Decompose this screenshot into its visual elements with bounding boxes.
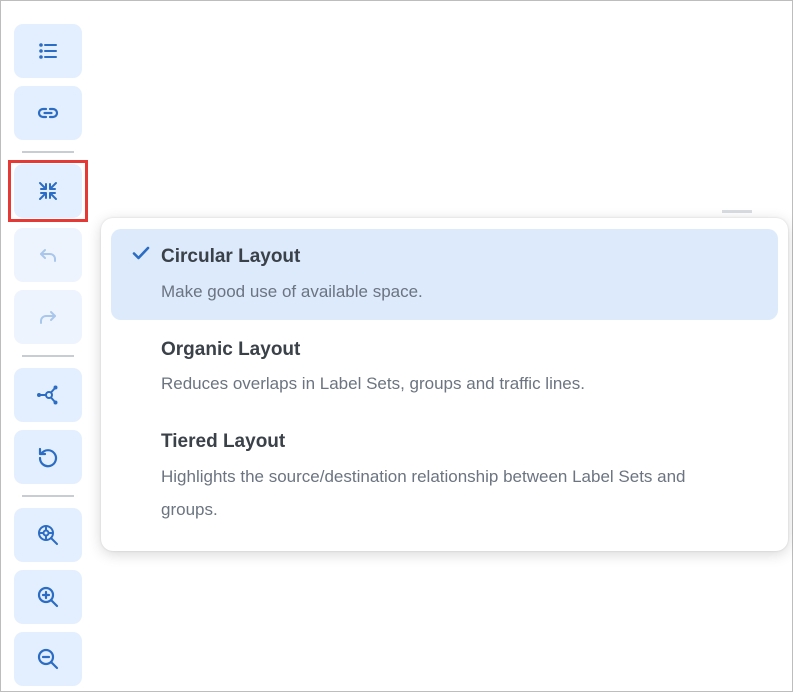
option-title: Tiered Layout bbox=[161, 431, 286, 452]
option-description: Reduces overlaps in Label Sets, groups a… bbox=[161, 374, 585, 393]
option-title: Circular Layout bbox=[161, 246, 301, 267]
link-icon bbox=[37, 107, 59, 119]
menu-option-circular-layout[interactable]: Circular Layout Make good use of availab… bbox=[111, 229, 778, 320]
toolbar-divider bbox=[22, 151, 74, 153]
toolbar-divider bbox=[22, 495, 74, 497]
reset-icon bbox=[38, 447, 58, 468]
list-view-button[interactable] bbox=[14, 24, 82, 78]
graph-layout-icon bbox=[37, 385, 58, 405]
collapse-arrows-icon bbox=[39, 182, 57, 200]
checkmark-icon bbox=[132, 246, 150, 260]
redo-icon bbox=[40, 311, 56, 324]
option-description: Highlights the source/destination relati… bbox=[161, 467, 686, 519]
option-title: Organic Layout bbox=[161, 339, 301, 360]
canvas-hint bbox=[722, 210, 752, 213]
undo-button[interactable] bbox=[14, 228, 82, 282]
reset-button[interactable] bbox=[14, 430, 82, 484]
zoom-in-icon bbox=[37, 586, 59, 608]
redo-button[interactable] bbox=[14, 290, 82, 344]
menu-option-tiered-layout[interactable]: Tiered Layout Highlights the source/dest… bbox=[111, 414, 778, 540]
list-icon bbox=[39, 43, 57, 59]
link-button[interactable] bbox=[14, 86, 82, 140]
toolbar-divider bbox=[22, 355, 74, 357]
zoom-out-icon bbox=[37, 648, 59, 670]
graph-layout-button[interactable] bbox=[14, 368, 82, 422]
layout-button[interactable] bbox=[14, 164, 82, 218]
zoom-in-button[interactable] bbox=[14, 570, 82, 624]
option-description: Make good use of available space. bbox=[161, 282, 423, 301]
zoom-out-button[interactable] bbox=[14, 632, 82, 686]
graph-toolbar bbox=[0, 0, 100, 692]
zoom-fit-icon bbox=[38, 525, 58, 545]
undo-icon bbox=[40, 249, 56, 262]
menu-option-organic-layout[interactable]: Organic Layout Reduces overlaps in Label… bbox=[111, 322, 778, 412]
layout-dropdown-menu: Circular Layout Make good use of availab… bbox=[101, 218, 788, 551]
zoom-fit-button[interactable] bbox=[14, 508, 82, 562]
